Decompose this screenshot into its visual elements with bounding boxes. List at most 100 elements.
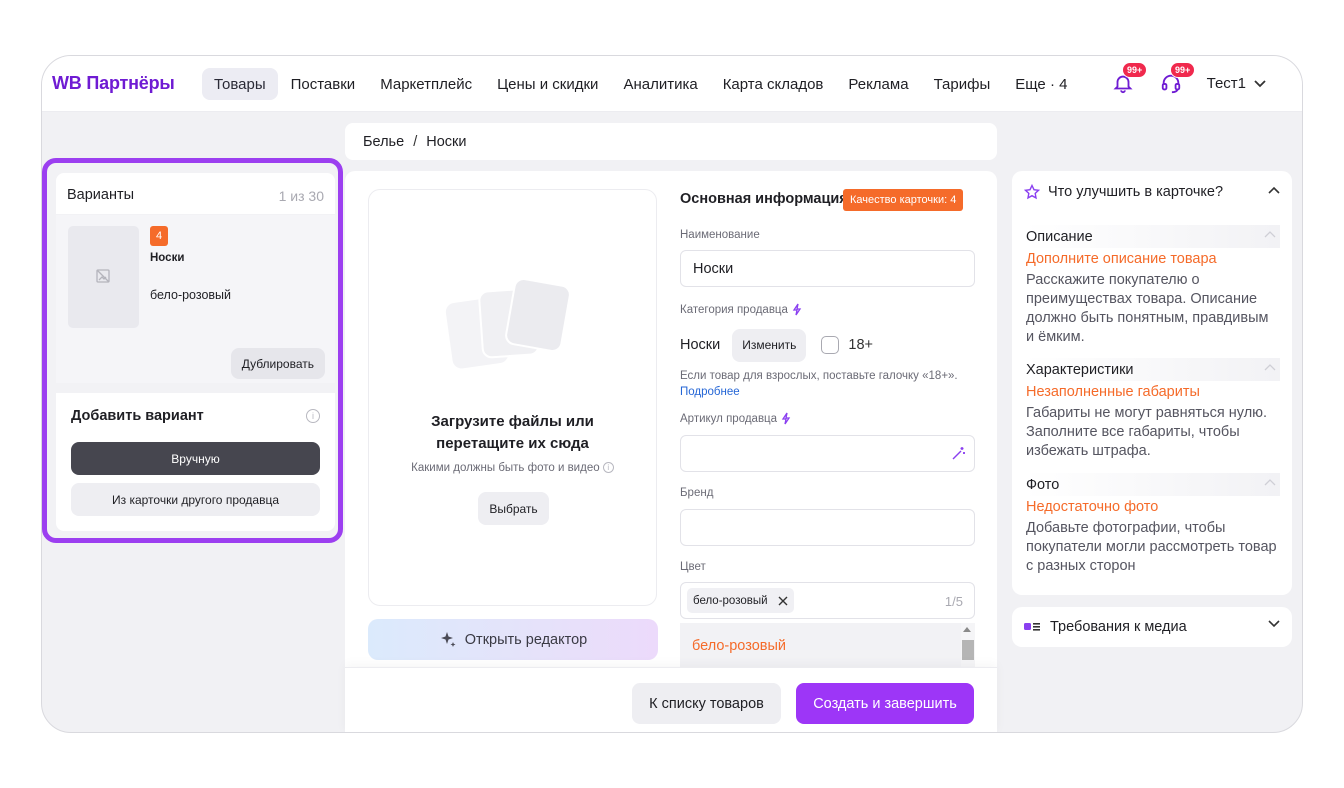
adult-hint: Если товар для взрослых, поставьте галоч… — [680, 368, 970, 400]
adult-checkbox[interactable] — [821, 336, 840, 354]
variants-title: Варианты — [67, 187, 135, 203]
top-navigation-bar: WB Партнёры Товары Поставки Маркетплейс … — [42, 56, 1302, 112]
scroll-up-arrow-icon[interactable] — [963, 627, 971, 632]
star-icon — [1024, 184, 1040, 200]
improve-warning[interactable]: Незаполненные габариты — [1024, 384, 1280, 400]
brand-input[interactable] — [680, 509, 975, 546]
upload-title: Загрузите файлы или перетащите их сюда — [431, 413, 594, 452]
nav-item-prices[interactable]: Цены и скидки — [485, 68, 610, 100]
variant-thumbnail — [68, 226, 139, 328]
variant-quality-badge: 4 — [150, 226, 168, 246]
create-and-finish-button[interactable]: Создать и завершить — [796, 683, 974, 724]
support-badge: 99+ — [1170, 62, 1196, 78]
adult-label: 18+ — [848, 337, 873, 353]
add-variant-title: Добавить вариант — [71, 408, 204, 424]
variants-panel: Варианты 1 из 30 4 Носки бело-розовый Ду… — [42, 158, 343, 543]
improve-section-header[interactable]: Описание — [1024, 225, 1280, 248]
dropdown-scrollbar[interactable] — [961, 623, 975, 667]
open-editor-label: Открыть редактор — [464, 631, 588, 648]
open-editor-button[interactable]: Открыть редактор — [368, 619, 658, 660]
adult-hint-text: Если товар для взрослых, поставьте галоч… — [680, 370, 958, 382]
lightning-icon — [792, 303, 802, 316]
bell-icon[interactable]: 99+ — [1112, 62, 1148, 96]
nav-item-advertising[interactable]: Реклама — [836, 68, 920, 100]
breadcrumb-parent[interactable]: Белье — [363, 134, 404, 150]
name-input[interactable]: Носки — [680, 250, 975, 287]
variant-card[interactable]: 4 Носки бело-розовый Дублировать — [56, 215, 335, 383]
nav-item-analytics[interactable]: Аналитика — [611, 68, 709, 100]
improvement-panel: Что улучшить в карточке? Описание Дополн… — [1012, 171, 1292, 595]
improvement-title: Что улучшить в карточке? — [1048, 184, 1224, 200]
category-label: Категория продавца — [680, 303, 788, 316]
nav-item-products[interactable]: Товары — [202, 68, 278, 100]
improve-section-header[interactable]: Характеристики — [1024, 358, 1280, 381]
media-list-icon — [1024, 623, 1040, 631]
improve-warning[interactable]: Недостаточно фото — [1024, 499, 1280, 515]
category-label-row: Категория продавца — [680, 303, 802, 316]
color-option[interactable]: бело-розовый — [692, 638, 786, 654]
notifications-badge: 99+ — [1122, 62, 1148, 78]
no-image-icon — [96, 269, 110, 283]
article-label-row: Артикул продавца — [680, 412, 791, 425]
color-chip: бело-розовый — [687, 588, 794, 613]
improve-section-title: Характеристики — [1026, 361, 1134, 378]
variants-counter: 1 из 30 — [278, 188, 324, 204]
category-row: Носки Изменить 18+ — [680, 328, 873, 362]
add-from-other-seller-button[interactable]: Из карточки другого продавца — [71, 483, 320, 516]
more-link[interactable]: Подробнее — [680, 386, 740, 398]
nav-item-warehouse-map[interactable]: Карта складов — [711, 68, 836, 100]
duplicate-button[interactable]: Дублировать — [230, 348, 325, 379]
upload-dropzone[interactable]: Загрузите файлы или перетащите их сюда К… — [368, 189, 657, 606]
improve-section-photo: Фото Недостаточно фото Добавьте фотограф… — [1024, 473, 1280, 576]
magic-wand-icon[interactable] — [951, 446, 966, 461]
article-input[interactable] — [680, 435, 975, 472]
variant-name: Носки — [150, 252, 185, 264]
chevron-up-icon — [1264, 479, 1276, 486]
variant-color: бело-розовый — [150, 288, 232, 302]
info-icon[interactable]: i — [306, 409, 320, 423]
chevron-up-icon — [1264, 231, 1276, 238]
main-info-title: Основная информация — [680, 191, 848, 207]
media-requirements[interactable]: Требования к медиа — [1012, 607, 1292, 647]
user-menu[interactable]: Тест1 — [1207, 75, 1266, 92]
choose-files-button[interactable]: Выбрать — [478, 492, 549, 525]
chevron-up-icon — [1264, 364, 1276, 371]
category-value: Носки — [680, 337, 721, 353]
scrollbar-thumb[interactable] — [962, 640, 974, 660]
chevron-up-icon[interactable] — [1268, 186, 1280, 194]
back-to-list-button[interactable]: К списку товаров — [632, 683, 781, 724]
nav-item-marketplace[interactable]: Маркетплейс — [368, 68, 484, 100]
brand-label: Бренд — [680, 487, 714, 499]
photos-illustration — [445, 278, 571, 369]
upload-requirements-link[interactable]: Какими должны быть фото и видео i — [369, 462, 656, 474]
improvement-header[interactable]: Что улучшить в карточке? — [1024, 184, 1280, 200]
logo[interactable]: WB Партнёры — [52, 73, 175, 94]
improve-text: Габариты не могут равняться нулю. Заполн… — [1026, 405, 1268, 459]
improve-section-description: Описание Дополните описание товара Расск… — [1024, 225, 1280, 347]
breadcrumb: Белье / Носки — [345, 123, 997, 160]
color-input[interactable]: бело-розовый 1/5 — [680, 582, 975, 619]
nav-item-more[interactable]: Еще · 4 — [1003, 68, 1079, 100]
change-category-button[interactable]: Изменить — [732, 328, 807, 362]
improve-section-title: Фото — [1026, 476, 1060, 493]
support-headset-icon[interactable]: 99+ — [1160, 62, 1196, 96]
product-form-card: Загрузите файлы или перетащите их сюда К… — [345, 171, 997, 732]
breadcrumb-current: Носки — [426, 133, 467, 150]
name-label: Наименование — [680, 229, 760, 241]
improve-section-header[interactable]: Фото — [1024, 473, 1280, 496]
chevron-down-icon — [1268, 620, 1280, 628]
nav-item-tariffs[interactable]: Тарифы — [922, 68, 1003, 100]
color-dropdown: бело-розовый — [680, 623, 975, 667]
improve-section-characteristics: Характеристики Незаполненные габариты Га… — [1024, 358, 1280, 461]
user-name: Тест1 — [1206, 75, 1246, 92]
upload-subtitle: Какими должны быть фото и видео — [411, 462, 600, 474]
color-label: Цвет — [680, 561, 706, 573]
nav-item-supplies[interactable]: Поставки — [279, 68, 368, 100]
media-requirements-title: Требования к медиа — [1050, 619, 1187, 635]
add-manually-button[interactable]: Вручную — [71, 442, 320, 475]
variants-header: Варианты 1 из 30 — [56, 173, 335, 214]
close-icon[interactable] — [778, 596, 788, 606]
improve-text: Добавьте фотографии, чтобы покупатели мо… — [1026, 520, 1277, 574]
improve-warning[interactable]: Дополните описание товара — [1024, 251, 1280, 267]
color-chip-label: бело-розовый — [693, 594, 768, 607]
